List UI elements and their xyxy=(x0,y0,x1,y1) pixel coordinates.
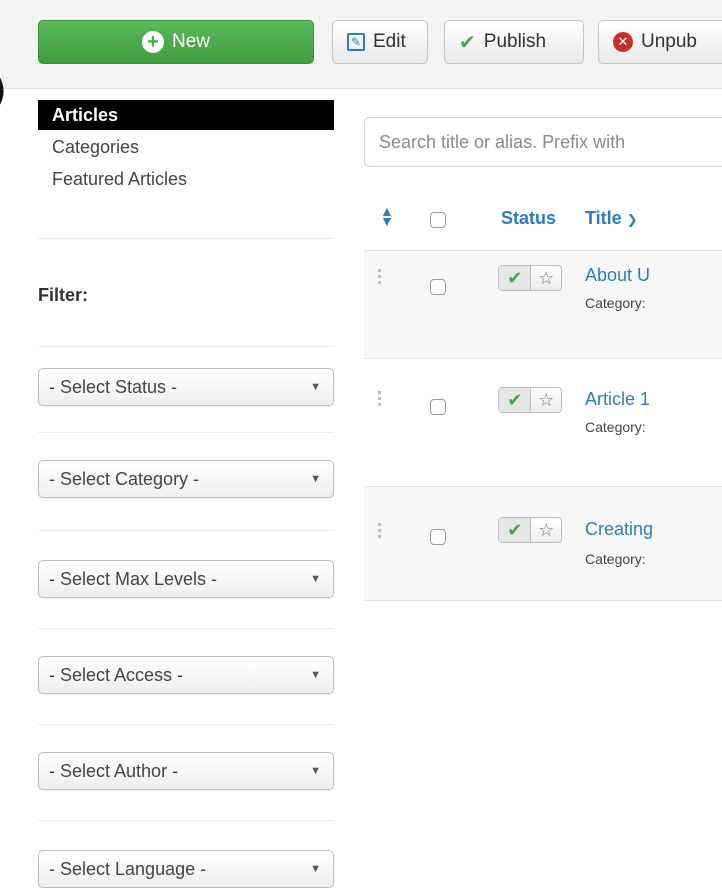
table-row: ✔ ☆ About U Category: xyxy=(364,250,722,359)
row-checkbox[interactable] xyxy=(430,529,446,545)
publish-toggle-check-icon[interactable]: ✔ xyxy=(499,388,532,412)
drag-handle-icon[interactable] xyxy=(378,391,384,409)
select-all-checkbox[interactable] xyxy=(430,212,446,228)
filter-divider xyxy=(38,724,334,725)
language-filter-value: - Select Language - xyxy=(49,859,207,879)
category-filter-value: - Select Category - xyxy=(49,469,200,489)
article-title-link[interactable]: About U xyxy=(585,265,650,286)
status-toggle-group: ✔ ☆ xyxy=(498,387,562,413)
max-levels-filter-select[interactable]: - Select Max Levels - ▼ xyxy=(38,560,334,598)
drag-handle-icon[interactable] xyxy=(378,523,384,541)
max-levels-filter-value: - Select Max Levels - xyxy=(49,569,218,589)
table-header: ▲ ▼ Status Title ❯ xyxy=(364,200,722,246)
chevron-down-icon: ▼ xyxy=(310,765,321,777)
status-toggle-group: ✔ ☆ xyxy=(498,265,562,291)
chevron-down-icon: ▼ xyxy=(310,573,321,585)
edit-button[interactable]: ✎ Edit xyxy=(332,20,428,64)
filter-divider xyxy=(38,432,334,433)
search-placeholder: Search title or alias. Prefix with xyxy=(379,132,626,152)
row-checkbox[interactable] xyxy=(430,399,446,415)
article-category: Category: xyxy=(585,295,646,311)
publish-toggle-check-icon[interactable]: ✔ xyxy=(499,266,532,290)
drag-handle-icon[interactable] xyxy=(378,269,384,287)
chevron-down-icon: ▼ xyxy=(310,863,321,875)
language-filter-select[interactable]: - Select Language - ▼ xyxy=(38,850,334,888)
table-bottom-border xyxy=(364,600,722,601)
publish-toggle-check-icon[interactable]: ✔ xyxy=(499,518,532,542)
access-filter-select[interactable]: - Select Access - ▼ xyxy=(38,656,334,694)
title-column-label: Title xyxy=(585,208,622,228)
publish-button[interactable]: ✔ Publish xyxy=(444,20,584,64)
sort-icon[interactable]: ▲ ▼ xyxy=(380,204,394,228)
plus-circle-icon: + xyxy=(141,31,164,53)
new-button[interactable]: + New xyxy=(38,20,314,64)
author-filter-select[interactable]: - Select Author - ▼ xyxy=(38,752,334,790)
sidebar-item-articles[interactable]: Articles xyxy=(38,100,334,130)
star-icon[interactable]: ☆ xyxy=(531,388,561,412)
chevron-down-icon: ▼ xyxy=(310,669,321,681)
toolbar: + New ✎ Edit ✔ Publish ✕ Unpub xyxy=(0,0,722,89)
filter-label: Filter: xyxy=(38,285,89,305)
chevron-down-icon: ❯ xyxy=(626,212,638,227)
row-checkbox[interactable] xyxy=(430,279,446,295)
publish-button-label: Publish xyxy=(483,31,547,52)
chevron-down-icon: ▼ xyxy=(310,473,321,485)
x-circle-icon: ✕ xyxy=(613,32,633,52)
new-button-label: New xyxy=(171,31,210,52)
status-filter-value: - Select Status - xyxy=(49,377,178,397)
filter-divider xyxy=(38,346,334,347)
search-input[interactable]: Search title or alias. Prefix with xyxy=(364,117,722,167)
category-filter-select[interactable]: - Select Category - ▼ xyxy=(38,460,334,498)
sidebar-item-featured-articles[interactable]: Featured Articles xyxy=(38,164,334,194)
article-category: Category: xyxy=(585,419,646,435)
access-filter-value: - Select Access - xyxy=(49,665,184,685)
filter-divider xyxy=(38,820,334,821)
title-column-header[interactable]: Title ❯ xyxy=(585,208,638,229)
check-icon: ✔ xyxy=(459,31,476,54)
sidebar-divider xyxy=(38,238,334,239)
status-filter-select[interactable]: - Select Status - ▼ xyxy=(38,368,334,406)
star-icon[interactable]: ☆ xyxy=(531,266,561,290)
chevron-down-icon: ▼ xyxy=(310,381,321,393)
table-row: ✔ ☆ Article 1 Category: xyxy=(364,358,722,467)
article-title-link[interactable]: Creating xyxy=(585,519,653,540)
status-column-header[interactable]: Status xyxy=(501,208,556,229)
author-filter-value: - Select Author - xyxy=(49,761,179,781)
article-title-link[interactable]: Article 1 xyxy=(585,389,650,410)
edit-button-label: Edit xyxy=(373,31,406,52)
filter-divider xyxy=(38,530,334,531)
parenthesis-fragment: ) xyxy=(0,74,12,108)
filter-divider xyxy=(38,628,334,629)
sidebar: Articles Categories Featured Articles Fi… xyxy=(38,100,334,306)
unpublish-button-label: Unpub xyxy=(641,31,697,52)
edit-icon: ✎ xyxy=(347,33,365,51)
article-category: Category: xyxy=(585,551,646,567)
table-row: ✔ ☆ Creating Category: xyxy=(364,486,722,601)
status-toggle-group: ✔ ☆ xyxy=(498,517,562,543)
star-icon[interactable]: ☆ xyxy=(531,518,561,542)
unpublish-button[interactable]: ✕ Unpub xyxy=(598,20,722,64)
sidebar-item-categories[interactable]: Categories xyxy=(38,132,334,162)
